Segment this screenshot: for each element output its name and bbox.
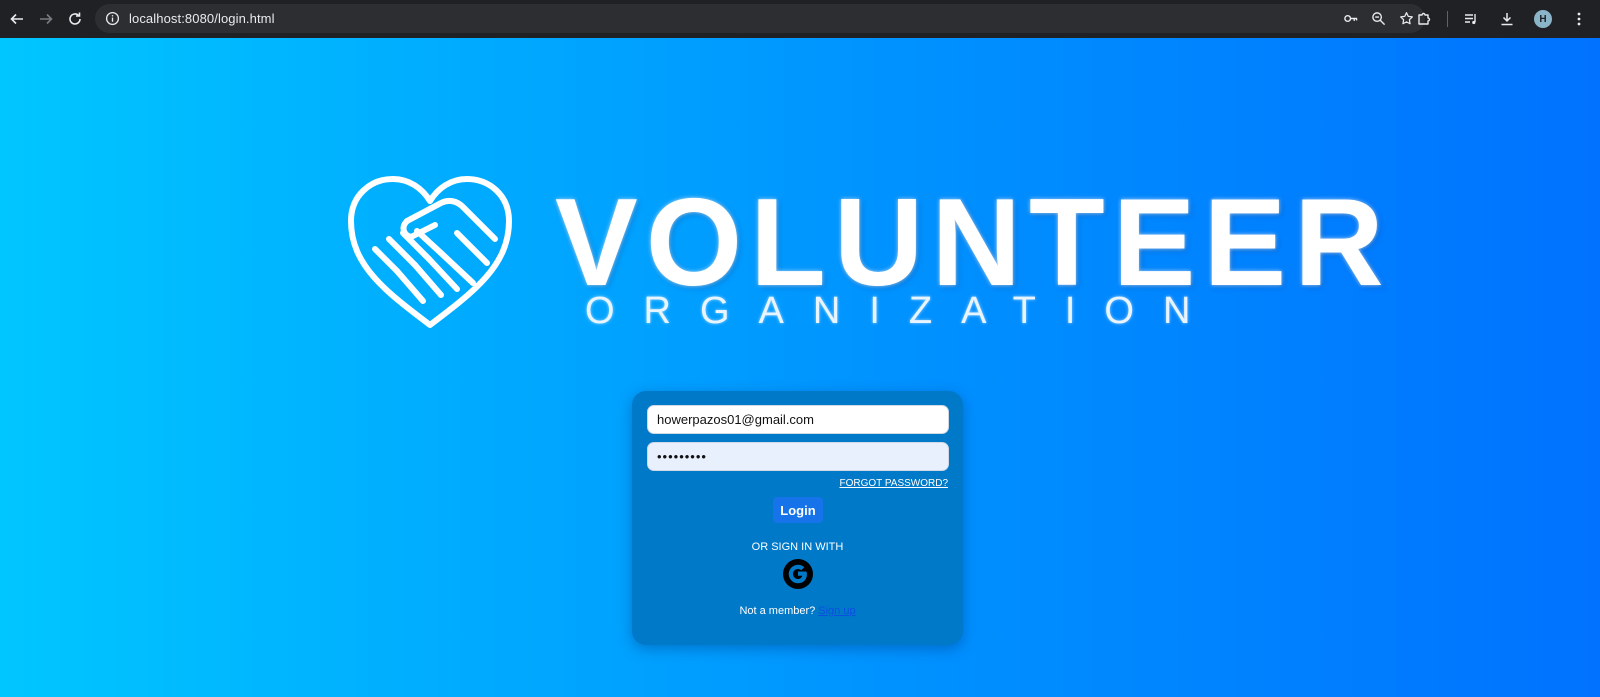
puzzle-icon[interactable] — [1411, 6, 1437, 32]
media-queue-icon[interactable] — [1458, 6, 1484, 32]
address-bar-actions — [1339, 4, 1417, 33]
arrow-right-icon — [39, 13, 53, 25]
profile-button[interactable]: H — [1530, 6, 1556, 32]
signup-prompt: Not a member? Sign up — [632, 605, 963, 617]
logo-title: VOLUNTEER — [555, 174, 1392, 312]
google-sign-in-button[interactable] — [782, 558, 814, 590]
nav-buttons — [0, 4, 90, 34]
reload-icon — [69, 12, 82, 25]
arrow-left-icon — [10, 13, 23, 25]
password-field[interactable] — [647, 442, 949, 471]
email-field[interactable] — [647, 405, 949, 434]
key-icon[interactable] — [1339, 8, 1361, 30]
not-member-text: Not a member? — [739, 605, 816, 617]
info-icon[interactable] — [101, 8, 123, 30]
download-icon[interactable] — [1494, 6, 1520, 32]
signup-link[interactable]: Sign up — [818, 605, 855, 617]
reload-button[interactable] — [61, 4, 90, 34]
toolbar-divider — [1447, 11, 1448, 27]
address-bar[interactable]: localhost:8080/login.html — [95, 4, 1425, 33]
login-page: VOLUNTEER ORGANIZATION FORGOT PASSWORD? … — [0, 38, 1600, 697]
or-sign-in-label: OR SIGN IN WITH — [751, 541, 844, 553]
avatar: H — [1534, 10, 1552, 28]
heart-handshake-icon — [348, 176, 512, 328]
zoom-icon[interactable] — [1367, 8, 1389, 30]
kebab-menu-icon[interactable] — [1566, 6, 1592, 32]
login-button[interactable]: Login — [773, 497, 823, 523]
back-button[interactable] — [2, 4, 31, 34]
login-card: FORGOT PASSWORD? Login OR SIGN IN WITH N… — [632, 391, 963, 645]
forward-button[interactable] — [31, 4, 60, 34]
google-icon — [783, 559, 813, 589]
logo-subtitle: ORGANIZATION — [585, 290, 1220, 332]
browser-toolbar: localhost:8080/login.html H — [0, 0, 1600, 38]
url-text[interactable]: localhost:8080/login.html — [129, 11, 275, 26]
toolbar-actions: H — [1411, 0, 1592, 38]
volunteer-organization-logo: VOLUNTEER ORGANIZATION — [345, 173, 1384, 373]
forgot-password-link[interactable]: FORGOT PASSWORD? — [839, 478, 948, 489]
